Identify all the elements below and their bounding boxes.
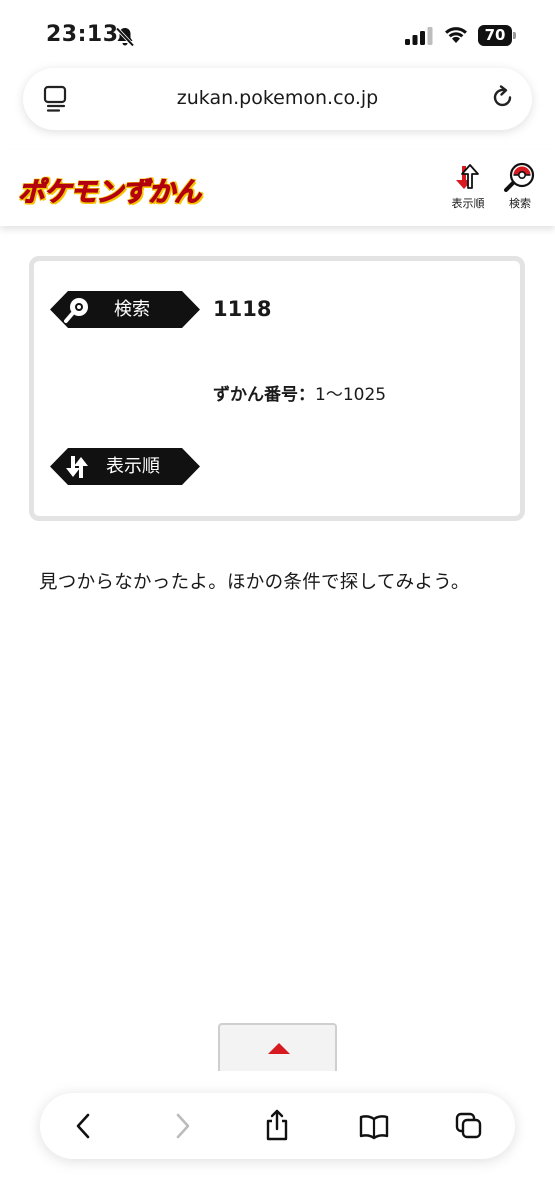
battery-icon: 70	[478, 25, 516, 46]
page-top-button[interactable]	[218, 1023, 337, 1071]
site-logo[interactable]: ポケモンずかん	[18, 170, 202, 209]
sort-icon	[456, 164, 479, 189]
no-result-message: 見つからなかったよ。ほかの条件で探してみよう。	[39, 572, 470, 593]
sort-button[interactable]: 表示順	[446, 162, 490, 222]
arrow-up-icon	[268, 1043, 290, 1054]
search-condition-tag: 検索	[50, 291, 200, 328]
signal-icon	[405, 27, 433, 49]
status-bar: 23:13 70	[0, 0, 555, 68]
search-icon	[504, 162, 535, 192]
site-header: ポケモンずかん 表示順 検索	[0, 150, 555, 226]
bell-slash-icon	[114, 26, 136, 52]
wifi-icon	[443, 24, 469, 48]
address-bar[interactable]: zukan.pokemon.co.jp	[23, 68, 532, 130]
range-label: ずかん番号：	[213, 385, 315, 405]
sort-icon	[62, 452, 92, 485]
dex-number-range: ずかん番号：1〜1025	[213, 380, 386, 405]
sort-button-label: 表示順	[451, 197, 485, 210]
search-tag-label: 検索	[114, 299, 150, 320]
forward-icon[interactable]	[172, 1111, 192, 1145]
browser-toolbar	[40, 1093, 515, 1159]
search-conditions-box: 検索 1118 ずかん番号：1〜1025 表示順	[29, 256, 525, 521]
reload-icon[interactable]	[490, 84, 516, 116]
url-text[interactable]: zukan.pokemon.co.jp	[103, 87, 452, 109]
bookmarks-icon[interactable]	[358, 1111, 390, 1145]
range-value: 1〜1025	[315, 385, 387, 405]
tab-overview-icon[interactable]	[43, 85, 69, 117]
search-icon	[62, 295, 92, 328]
tabs-icon[interactable]	[454, 1111, 484, 1145]
search-button[interactable]: 検索	[498, 162, 542, 222]
sort-condition-tag: 表示順	[50, 448, 200, 485]
sort-tag-label: 表示順	[106, 456, 160, 477]
search-button-label: 検索	[509, 197, 531, 210]
battery-level: 70	[478, 25, 512, 46]
share-icon[interactable]	[264, 1108, 290, 1146]
status-time: 23:13	[46, 22, 119, 47]
back-icon[interactable]	[74, 1111, 94, 1145]
search-keyword: 1118	[213, 297, 272, 321]
